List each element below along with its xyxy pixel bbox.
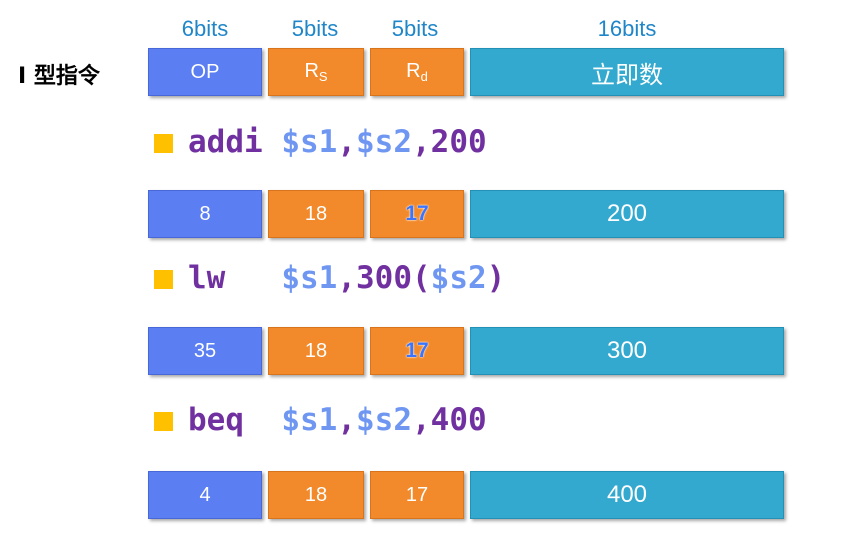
format-rd-text: Rd xyxy=(406,60,428,84)
format-op-text: OP xyxy=(190,60,220,83)
encoding-imm-cell: 200 xyxy=(470,190,784,238)
encoding-rd-cell: 17 xyxy=(370,471,464,519)
format-imm-field: 立即数 xyxy=(470,48,784,96)
bullet-icon xyxy=(154,270,173,289)
encoding-rs-cell: 18 xyxy=(268,327,364,375)
encoding-rd-cell: 17 xyxy=(370,327,464,375)
instruction-text-beq: beq $s1,$s2,400 xyxy=(188,402,487,438)
encoding-imm-cell: 400 xyxy=(470,471,784,519)
instruction-type-label: I 型指令 xyxy=(18,64,100,89)
encoding-op-cell: 4 xyxy=(148,471,262,519)
bullet-icon xyxy=(154,134,173,153)
encoding-rd-cell: 17 xyxy=(370,190,464,238)
format-imm-text: 立即数 xyxy=(591,60,663,89)
format-rs-text: RS xyxy=(304,60,328,84)
imm-bits-label: 16bits xyxy=(597,16,657,41)
instruction-text-addi: addi $s1,$s2,200 xyxy=(188,124,487,160)
format-rd-field: Rd xyxy=(370,48,464,96)
encoding-rs-cell: 18 xyxy=(268,471,364,519)
format-op-field: OP xyxy=(148,48,262,96)
rd-bits-label: 5bits xyxy=(391,16,439,41)
op-bits-label: 6bits xyxy=(181,16,229,41)
encoding-op-cell: 35 xyxy=(148,327,262,375)
format-rs-field: RS xyxy=(268,48,364,96)
instruction-text-lw: lw $s1,300($s2) xyxy=(188,260,506,296)
encoding-op-cell: 8 xyxy=(148,190,262,238)
rs-bits-label: 5bits xyxy=(291,16,339,41)
encoding-rs-cell: 18 xyxy=(268,190,364,238)
bullet-icon xyxy=(154,412,173,431)
encoding-imm-cell: 300 xyxy=(470,327,784,375)
